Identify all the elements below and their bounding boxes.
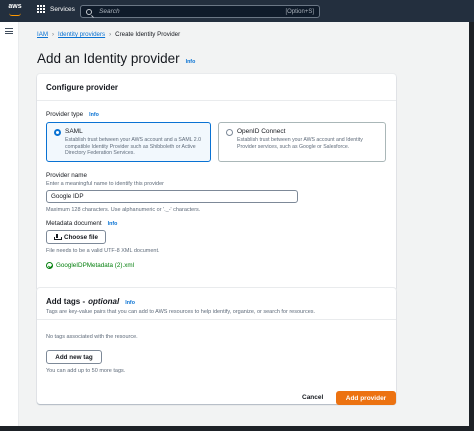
add-tags-optional: optional: [88, 297, 120, 306]
divider: [37, 319, 396, 320]
saml-title: SAML: [65, 128, 83, 135]
metadata-constraint: File needs to be a valid UTF-8 XML docum…: [46, 248, 160, 254]
add-provider-label: Add provider: [345, 394, 387, 402]
uploaded-file-status: GoogleIDPMetadata (2).xml: [46, 262, 134, 269]
add-tags-header: Add tags - optional Info: [46, 297, 135, 306]
provider-name-value: Google IDP: [51, 193, 84, 200]
breadcrumb-current: Create Identity Provider: [115, 31, 181, 38]
add-tags-card: Add tags - optional Info Tags are key-va…: [37, 288, 396, 404]
configure-provider-header: Configure provider: [46, 83, 119, 92]
aws-smile-icon: [9, 13, 21, 16]
page-title: Add an Identity provider Info: [37, 51, 195, 66]
provider-name-hint: Enter a meaningful name to identify this…: [46, 181, 165, 187]
choose-file-button[interactable]: Choose file: [46, 230, 106, 244]
choose-file-label: Choose file: [64, 233, 98, 241]
saml-radio[interactable]: [54, 129, 61, 136]
openid-title: OpenID Connect: [237, 128, 286, 135]
provider-type-info-link[interactable]: Info: [89, 112, 99, 118]
metadata-info-link[interactable]: Info: [108, 221, 118, 227]
breadcrumb-identity-providers[interactable]: Identity providers: [58, 31, 105, 38]
add-new-tag-label: Add new tag: [55, 353, 93, 361]
hamburger-menu-icon[interactable]: [5, 28, 13, 34]
cancel-button[interactable]: Cancel: [302, 394, 323, 401]
search-placeholder: Search: [99, 8, 120, 15]
upload-icon: [54, 234, 63, 240]
provider-name-label: Provider name: [46, 172, 87, 179]
provider-type-row: Provider type Info: [46, 111, 99, 118]
breadcrumb-iam[interactable]: IAM: [37, 31, 48, 38]
search-input[interactable]: Search [Option+S]: [80, 5, 320, 18]
chevron-right-icon: ›: [52, 31, 55, 38]
saml-option-tile[interactable]: SAML Establish trust between your AWS ac…: [46, 122, 211, 162]
page-title-info-link[interactable]: Info: [186, 59, 196, 65]
configure-provider-card: Configure provider Provider type Info SA…: [37, 74, 396, 300]
provider-name-constraint: Maximum 128 characters. Use alphanumeric…: [46, 207, 201, 213]
openid-radio[interactable]: [226, 129, 233, 136]
metadata-row: Metadata document Info: [46, 220, 117, 227]
add-tags-title: Add tags -: [46, 297, 86, 306]
success-check-icon: [46, 262, 53, 269]
add-new-tag-button[interactable]: Add new tag: [46, 350, 102, 364]
tag-limit-text: You can add up to 50 more tags.: [46, 368, 126, 374]
add-provider-button[interactable]: Add provider: [336, 391, 396, 405]
main-content: IAM › Identity providers › Create Identi…: [19, 22, 469, 426]
top-navigation-bar: aws Services Search [Option+S]: [0, 0, 474, 22]
no-tags-text: No tags associated with the resource.: [46, 334, 138, 340]
search-shortcut: [Option+S]: [285, 8, 314, 15]
side-navigation: [0, 22, 19, 426]
breadcrumb: IAM › Identity providers › Create Identi…: [37, 31, 180, 38]
aws-logo[interactable]: aws: [5, 3, 25, 19]
grid-icon: [37, 5, 45, 13]
services-menu-button[interactable]: Services: [37, 5, 75, 13]
saml-description: Establish trust between your AWS account…: [65, 137, 202, 157]
add-tags-info-link[interactable]: Info: [125, 300, 135, 306]
openid-option-tile[interactable]: OpenID Connect Establish trust between y…: [218, 122, 386, 162]
provider-name-field[interactable]: Google IDP: [46, 190, 298, 203]
metadata-label: Metadata document: [46, 220, 102, 227]
divider: [37, 100, 396, 101]
page-title-text: Add an Identity provider: [37, 51, 180, 66]
services-label: Services: [50, 5, 75, 13]
chevron-right-icon: ›: [109, 31, 112, 38]
add-tags-description: Tags are key-value pairs that you can ad…: [46, 309, 316, 315]
provider-type-label: Provider type: [46, 111, 84, 118]
search-icon: [86, 8, 92, 15]
openid-description: Establish trust between your AWS account…: [237, 137, 363, 150]
uploaded-file-name: GoogleIDPMetadata (2).xml: [56, 262, 135, 269]
aws-logo-text: aws: [8, 3, 22, 10]
